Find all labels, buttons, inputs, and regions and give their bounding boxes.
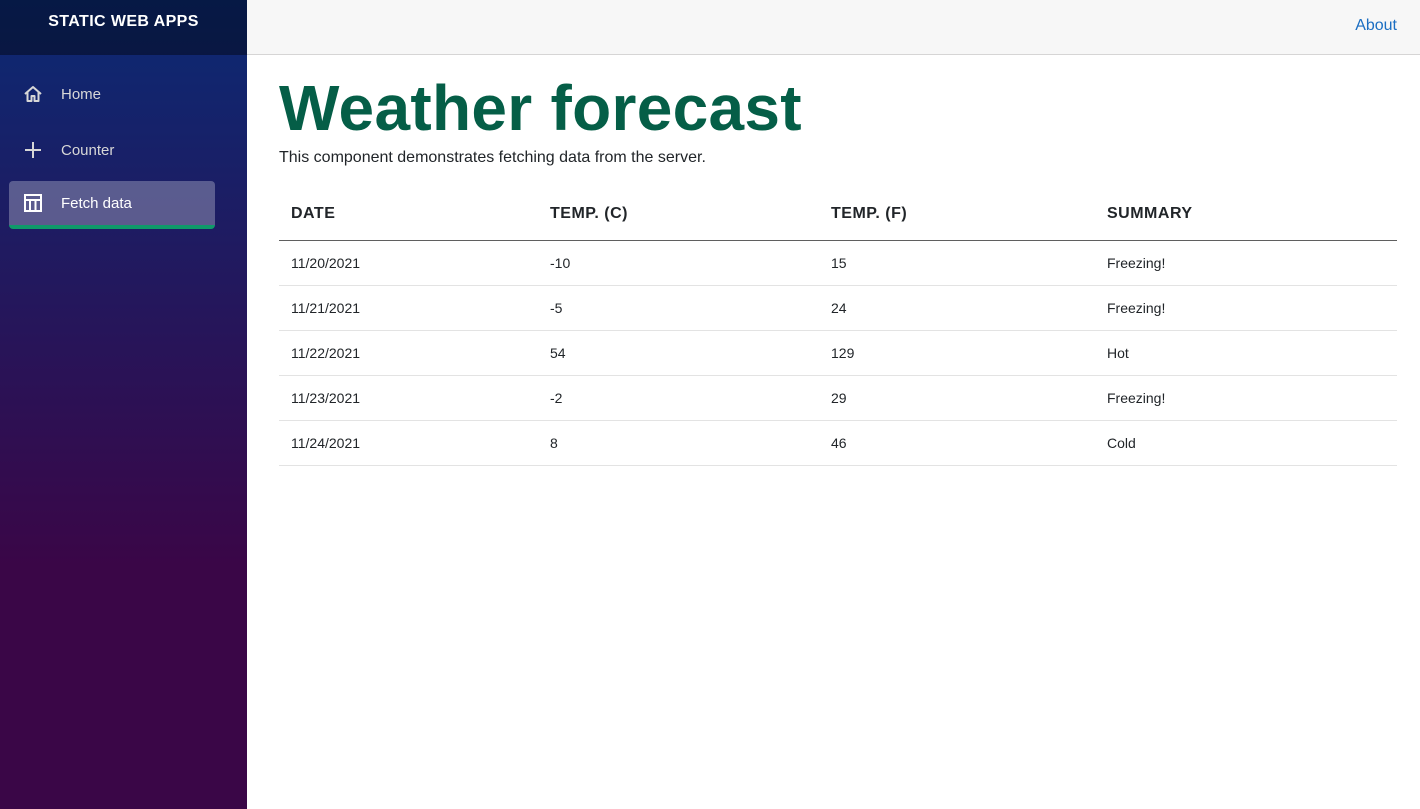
sidebar-item-home[interactable]: Home	[9, 71, 215, 117]
table-icon	[22, 192, 44, 214]
cell-summary: Cold	[1095, 420, 1397, 466]
sidebar-nav: Home Counter Fetch data	[0, 55, 247, 229]
top-bar: About	[247, 0, 1420, 55]
cell-temp-c: -5	[538, 285, 819, 331]
table-header-row: DATE TEMP. (C) TEMP. (F) SUMMARY	[279, 188, 1397, 241]
home-icon	[22, 83, 44, 105]
plus-icon	[22, 139, 44, 161]
cell-date: 11/23/2021	[279, 375, 538, 421]
cell-date: 11/20/2021	[279, 240, 538, 286]
cell-date: 11/22/2021	[279, 330, 538, 376]
sidebar-item-label: Fetch data	[61, 194, 132, 212]
cell-temp-f: 24	[819, 285, 1095, 331]
column-header-date: DATE	[279, 188, 538, 241]
sidebar-item-counter[interactable]: Counter	[9, 127, 215, 173]
cell-summary: Freezing!	[1095, 375, 1397, 421]
column-header-temp-f: TEMP. (F)	[819, 188, 1095, 241]
cell-temp-f: 15	[819, 240, 1095, 286]
cell-date: 11/24/2021	[279, 420, 538, 466]
sidebar-item-fetch-data[interactable]: Fetch data	[9, 181, 215, 229]
app-title[interactable]: STATIC WEB APPS	[48, 13, 199, 31]
cell-temp-c: -10	[538, 240, 819, 286]
cell-summary: Freezing!	[1095, 240, 1397, 286]
cell-temp-f: 46	[819, 420, 1095, 466]
sidebar-item-label: Counter	[61, 141, 115, 159]
forecast-table: DATE TEMP. (C) TEMP. (F) SUMMARY 11/20/2…	[279, 188, 1397, 466]
table-row: 11/23/2021 -2 29 Freezing!	[279, 375, 1397, 421]
table-row: 11/22/2021 54 129 Hot	[279, 330, 1397, 376]
cell-temp-f: 129	[819, 330, 1095, 376]
cell-temp-c: -2	[538, 375, 819, 421]
page-intro: This component demonstrates fetching dat…	[279, 149, 706, 166]
cell-date: 11/21/2021	[279, 285, 538, 331]
sidebar-item-label: Home	[61, 85, 102, 103]
sidebar: STATIC WEB APPS Home Counter Fetch data	[0, 0, 247, 809]
table-row: 11/20/2021 -10 15 Freezing!	[279, 240, 1397, 286]
cell-temp-c: 8	[538, 420, 819, 466]
about-link[interactable]: About	[1355, 17, 1397, 35]
cell-temp-c: 54	[538, 330, 819, 376]
brand-bar: STATIC WEB APPS	[0, 0, 247, 55]
table-row: 11/21/2021 -5 24 Freezing!	[279, 285, 1397, 331]
cell-summary: Hot	[1095, 330, 1397, 376]
main-content: Weather forecast This component demonstr…	[279, 55, 1397, 466]
column-header-summary: SUMMARY	[1095, 188, 1397, 241]
cell-temp-f: 29	[819, 375, 1095, 421]
page-title: Weather forecast	[279, 72, 802, 144]
cell-summary: Freezing!	[1095, 285, 1397, 331]
column-header-temp-c: TEMP. (C)	[538, 188, 819, 241]
table-row: 11/24/2021 8 46 Cold	[279, 420, 1397, 466]
